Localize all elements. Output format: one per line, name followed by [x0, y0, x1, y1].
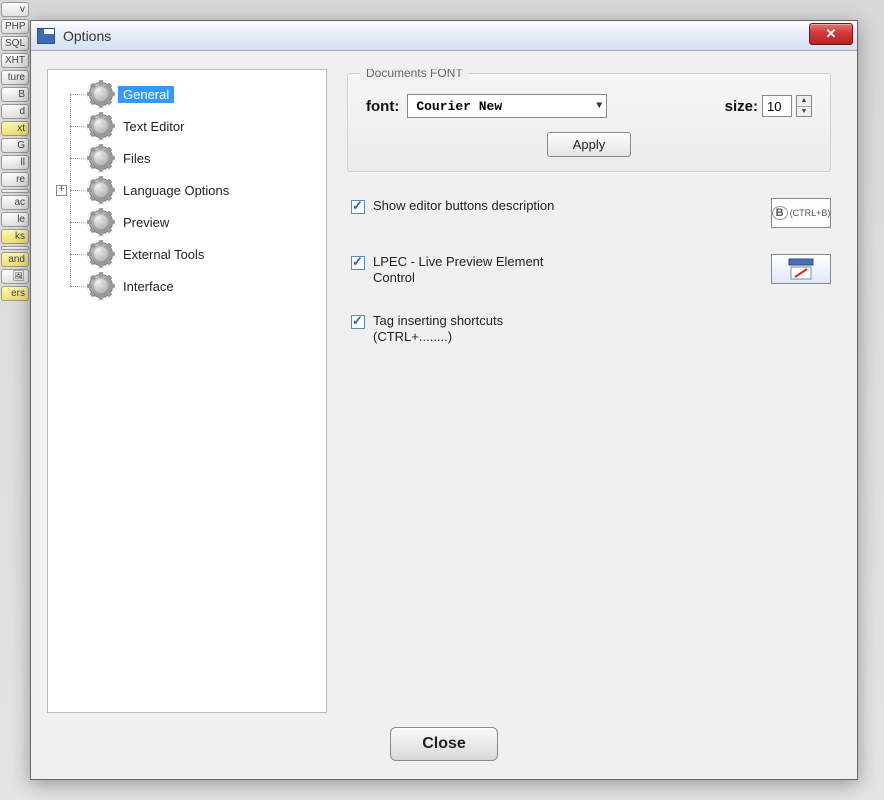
tree-item-label: Files: [118, 150, 155, 167]
tree-item-text-editor[interactable]: Text Editor: [54, 110, 320, 142]
tree-expander-icon[interactable]: +: [56, 185, 67, 196]
font-value: Courier New: [416, 99, 502, 114]
gear-icon: [90, 243, 112, 265]
close-icon[interactable]: ✕: [809, 23, 853, 45]
tree-item-label: Preview: [118, 214, 174, 231]
tree-item-label: Language Options: [118, 182, 234, 199]
option-label: LPEC - Live Preview Element Control: [373, 254, 583, 287]
font-combobox[interactable]: Courier New ▼: [407, 94, 607, 118]
spin-down-icon[interactable]: ▼: [797, 107, 811, 117]
tree-item-preview[interactable]: Preview: [54, 206, 320, 238]
option-row: LPEC - Live Preview Element Control: [351, 254, 831, 287]
tree-item-external-tools[interactable]: External Tools: [54, 238, 320, 270]
option-row: Tag inserting shortcuts (CTRL+........): [351, 313, 831, 346]
tree-item-label: Text Editor: [118, 118, 189, 135]
tree-item-general[interactable]: General: [54, 78, 320, 110]
font-label: font:: [366, 98, 399, 115]
gear-icon: [90, 147, 112, 169]
tree-item-language-options[interactable]: + Language Options: [54, 174, 320, 206]
spin-up-icon[interactable]: ▲: [797, 96, 811, 107]
checkbox[interactable]: [351, 200, 365, 214]
size-label: size:: [725, 98, 758, 115]
tree-item-interface[interactable]: Interface: [54, 270, 320, 302]
checkbox[interactable]: [351, 256, 365, 270]
gear-icon: [90, 83, 112, 105]
gear-icon: [90, 211, 112, 233]
tooltip-preview-icon: B(CTRL+B): [771, 198, 831, 228]
tree-item-label: Interface: [118, 278, 179, 295]
option-label: Show editor buttons description: [373, 198, 554, 214]
chevron-down-icon: ▼: [596, 101, 602, 112]
gear-icon: [90, 115, 112, 137]
tree-item-label: External Tools: [118, 246, 209, 263]
checkbox[interactable]: [351, 315, 365, 329]
lpec-preview-icon: [771, 254, 831, 284]
option-row: Show editor buttons description B(CTRL+B): [351, 198, 831, 228]
dialog-title: Options: [63, 28, 111, 44]
apply-button[interactable]: Apply: [547, 132, 631, 157]
option-label: Tag inserting shortcuts (CTRL+........): [373, 313, 583, 346]
titlebar[interactable]: Options ✕: [31, 21, 857, 51]
app-icon: [37, 28, 55, 44]
background-toolbar: vPHPSQLXHTture BdxtGll reacleks and🖼ers: [0, 0, 30, 800]
options-tree: General Text Editor Files + Language Options…: [47, 69, 327, 713]
tree-item-label: General: [118, 86, 174, 103]
size-spinner[interactable]: ▲ ▼: [796, 95, 812, 117]
tree-item-files[interactable]: Files: [54, 142, 320, 174]
gear-icon: [90, 179, 112, 201]
group-legend: Documents FONT: [360, 69, 469, 80]
general-panel: Documents FONT font: Courier New ▼ size:…: [347, 69, 841, 713]
gear-icon: [90, 275, 112, 297]
close-button[interactable]: Close: [390, 727, 498, 761]
size-input[interactable]: [762, 95, 792, 117]
documents-font-group: Documents FONT font: Courier New ▼ size:…: [347, 73, 831, 172]
options-dialog: Options ✕ General Text Editor Files + Langua…: [30, 20, 858, 780]
